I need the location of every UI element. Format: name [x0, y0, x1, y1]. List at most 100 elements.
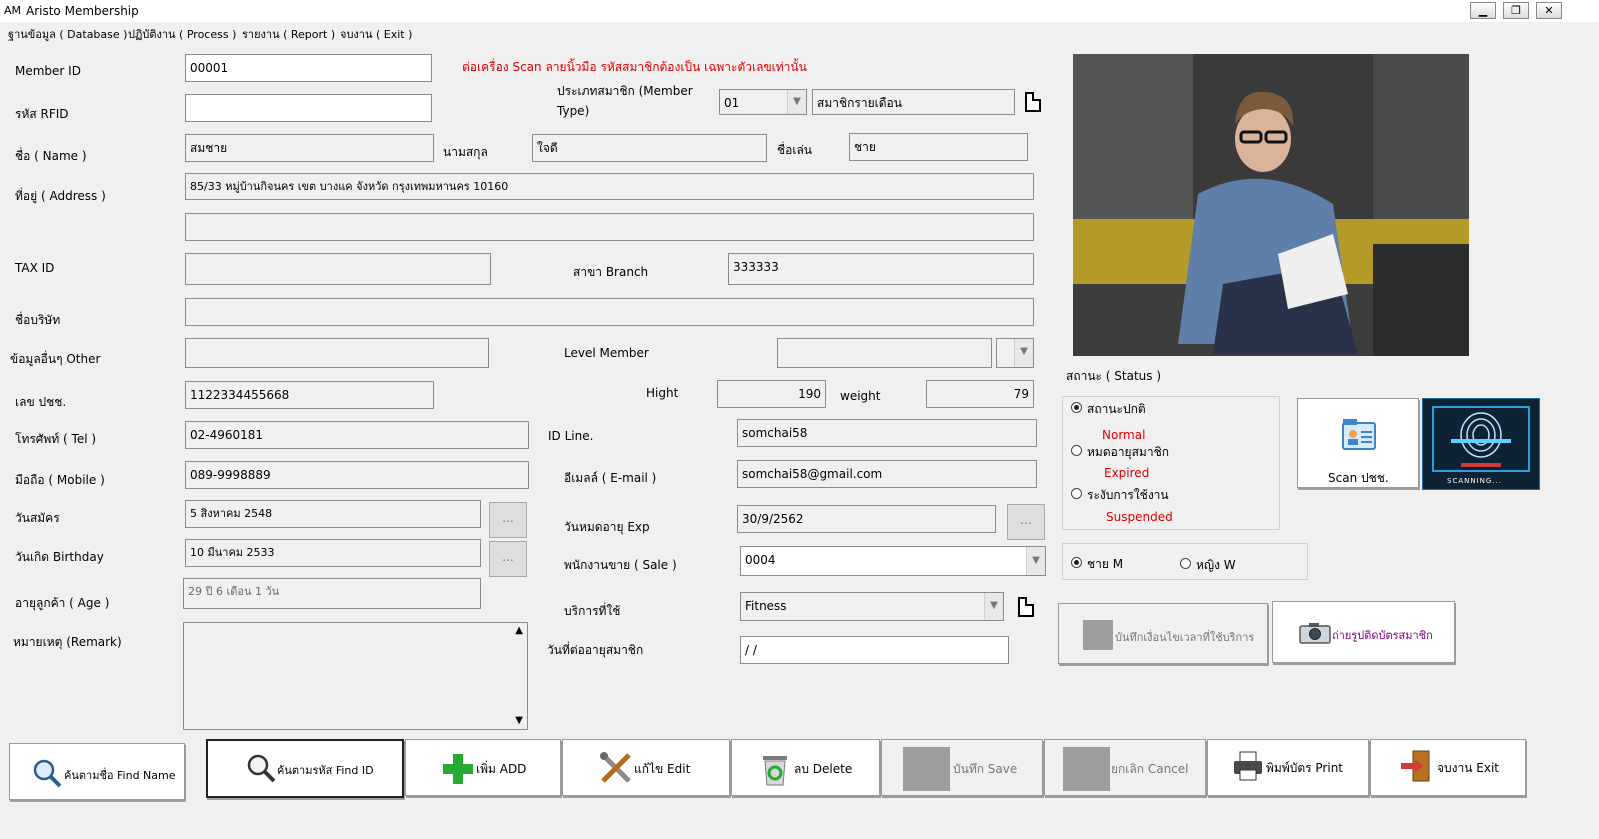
- menu-process[interactable]: ปฏิบัติงาน ( Process ): [128, 25, 236, 43]
- status-normal-radio[interactable]: [1071, 402, 1082, 413]
- plus-icon: [443, 754, 473, 784]
- company-label: ชื่อบริษัท: [15, 313, 61, 327]
- exit-door-icon: [1401, 750, 1430, 782]
- cancel-label: ยกเลิก Cancel: [1111, 762, 1189, 776]
- record-time-icon: [1083, 620, 1113, 650]
- mobile-input[interactable]: 089-9998889: [185, 461, 529, 489]
- find-name-button[interactable]: ค้นตามชื่อ Find Name: [9, 743, 185, 800]
- citizen-id-input[interactable]: 1122334455668: [185, 381, 434, 409]
- find-id-button[interactable]: ค้นตามรหัส Find ID: [206, 739, 404, 798]
- weight-label: weight: [840, 389, 881, 403]
- status-suspended-radio[interactable]: [1071, 488, 1082, 499]
- tel-input[interactable]: 02-4960181: [185, 421, 529, 449]
- address-line2-input[interactable]: [185, 213, 1034, 241]
- fingerprint-scanner-button[interactable]: SCANNING...: [1422, 398, 1540, 490]
- delete-button[interactable]: ลบ Delete: [731, 739, 880, 796]
- menu-exit[interactable]: จบงาน ( Exit ): [340, 25, 412, 43]
- age-input: 29 ปี 6 เดือน 1 วัน: [183, 578, 481, 609]
- gender-female-radio[interactable]: [1180, 558, 1191, 569]
- exit-button[interactable]: จบงาน Exit: [1370, 739, 1526, 796]
- scan-id-card-button[interactable]: Scan ปชช.: [1297, 398, 1419, 488]
- renew-date-input[interactable]: / /: [740, 636, 1009, 664]
- email-label: อีเมลล์ ( E-mail ): [564, 471, 657, 485]
- gender-male-radio[interactable]: [1071, 557, 1082, 568]
- scroll-up-icon[interactable]: ▲: [515, 625, 523, 637]
- add-button[interactable]: เพิ่ม ADD: [405, 739, 561, 796]
- remark-textarea[interactable]: ▲ ▼: [183, 622, 528, 730]
- record-service-time-button[interactable]: บันทึกเงื่อนไขเวลาที่ใช้บริการ: [1058, 603, 1268, 664]
- branch-input[interactable]: 333333: [728, 253, 1034, 285]
- weight-input[interactable]: 79: [926, 380, 1034, 408]
- name-input[interactable]: สมชาย: [185, 134, 434, 162]
- cancel-button[interactable]: ยกเลิก Cancel: [1044, 739, 1206, 796]
- photo-card-label: ถ่ายรูปติดบัตรสมาชิก: [1332, 629, 1433, 642]
- chevron-down-icon: ▼: [1014, 339, 1033, 367]
- magnifier-icon: [33, 759, 62, 788]
- save-icon: [903, 747, 950, 791]
- birthday-input[interactable]: 10 มีนาคม 2533: [185, 539, 481, 567]
- print-button[interactable]: พิมพ์บัตร Print: [1207, 739, 1369, 796]
- fingerprint-icon: [1432, 406, 1530, 472]
- menu-report[interactable]: รายงาน ( Report ): [242, 25, 335, 43]
- member-id-label: Member ID: [15, 64, 81, 78]
- sale-label: พนักงานขาย ( Sale ): [564, 558, 677, 572]
- minimize-button[interactable]: ▁: [1470, 2, 1496, 19]
- close-button[interactable]: ✕: [1536, 2, 1562, 19]
- sale-dropdown[interactable]: 0004 ▼: [740, 546, 1046, 576]
- surname-label: นามสกุล: [443, 145, 488, 159]
- cancel-icon: [1063, 747, 1110, 791]
- status-suspended-label[interactable]: ระงับการใช้งาน: [1087, 486, 1169, 505]
- find-name-label: ค้นตามชื่อ Find Name: [64, 769, 176, 782]
- status-expired-label[interactable]: หมดอายุสมาชิก: [1087, 443, 1169, 462]
- scroll-down-icon[interactable]: ▼: [515, 715, 523, 727]
- branch-label: สาขา Branch: [573, 265, 649, 279]
- mobile-label: มือถือ ( Mobile ): [15, 473, 105, 487]
- chevron-down-icon: ▼: [1026, 547, 1045, 575]
- member-type-doc-icon[interactable]: [1025, 92, 1041, 112]
- status-normal-label[interactable]: สถานะปกติ: [1087, 400, 1146, 419]
- magnifier-icon: [247, 754, 276, 783]
- nickname-input[interactable]: ชาย: [849, 133, 1028, 161]
- exp-date-input[interactable]: 30/9/2562: [737, 505, 996, 533]
- app-icon: AM: [4, 4, 22, 17]
- photo-card-button[interactable]: ถ่ายรูปติดบัตรสมาชิก: [1272, 601, 1455, 663]
- exp-date-picker-button[interactable]: ...: [1007, 504, 1045, 540]
- member-id-input[interactable]: 00001: [185, 54, 432, 82]
- member-photo-image: [1073, 54, 1469, 356]
- edit-button[interactable]: แก้ไข Edit: [562, 739, 730, 796]
- level-dropdown[interactable]: ▼: [996, 338, 1034, 368]
- rfid-label: รหัส RFID: [15, 107, 69, 121]
- tel-label: โทรศัพท์ ( Tel ): [15, 432, 97, 446]
- find-id-label: ค้นตามรหัส Find ID: [277, 764, 374, 777]
- status-expired-radio[interactable]: [1071, 445, 1082, 456]
- rfid-input[interactable]: [185, 94, 432, 122]
- company-input[interactable]: [185, 298, 1034, 326]
- address-line1-input[interactable]: 85/33 หมู่บ้านกิจนคร เขต บางแค จังหวัด ก…: [185, 173, 1034, 200]
- id-line-input[interactable]: somchai58: [737, 419, 1037, 447]
- restore-button[interactable]: ❐: [1503, 2, 1529, 19]
- tax-id-input[interactable]: [185, 253, 491, 285]
- menu-database[interactable]: ฐานข้อมูล ( Database ): [8, 25, 127, 43]
- status-normal-sub: Normal: [1102, 428, 1146, 442]
- level-input[interactable]: [777, 338, 992, 368]
- gender-female-label[interactable]: หญิง W: [1196, 556, 1236, 575]
- email-input[interactable]: somchai58@gmail.com: [737, 460, 1037, 488]
- save-button[interactable]: บันทึก Save: [881, 739, 1043, 796]
- service-dropdown[interactable]: Fitness ▼: [740, 592, 1004, 621]
- apply-date-input[interactable]: 5 สิงหาคม 2548: [185, 500, 481, 528]
- exit-label: จบงาน Exit: [1437, 761, 1499, 775]
- menu-bar: ฐานข้อมูล ( Database ) ปฏิบัติงาน ( Proc…: [0, 22, 1599, 42]
- other-input[interactable]: [185, 338, 489, 368]
- scan-id-card-label: Scan ปชช.: [1328, 471, 1389, 485]
- member-type-dropdown[interactable]: 01 ▼: [719, 89, 807, 115]
- apply-date-picker-button[interactable]: ...: [489, 502, 527, 538]
- nickname-label: ชื่อเล่น: [777, 143, 813, 157]
- surname-input[interactable]: ใจดี: [532, 134, 767, 162]
- service-doc-icon[interactable]: [1018, 597, 1034, 617]
- height-input[interactable]: 190: [717, 380, 826, 408]
- birthday-picker-button[interactable]: ...: [489, 541, 527, 577]
- status-expired-sub: Expired: [1104, 466, 1150, 480]
- status-label: สถานะ ( Status ): [1066, 369, 1162, 383]
- print-label: พิมพ์บัตร Print: [1266, 761, 1344, 775]
- gender-male-label[interactable]: ชาย M: [1087, 555, 1123, 574]
